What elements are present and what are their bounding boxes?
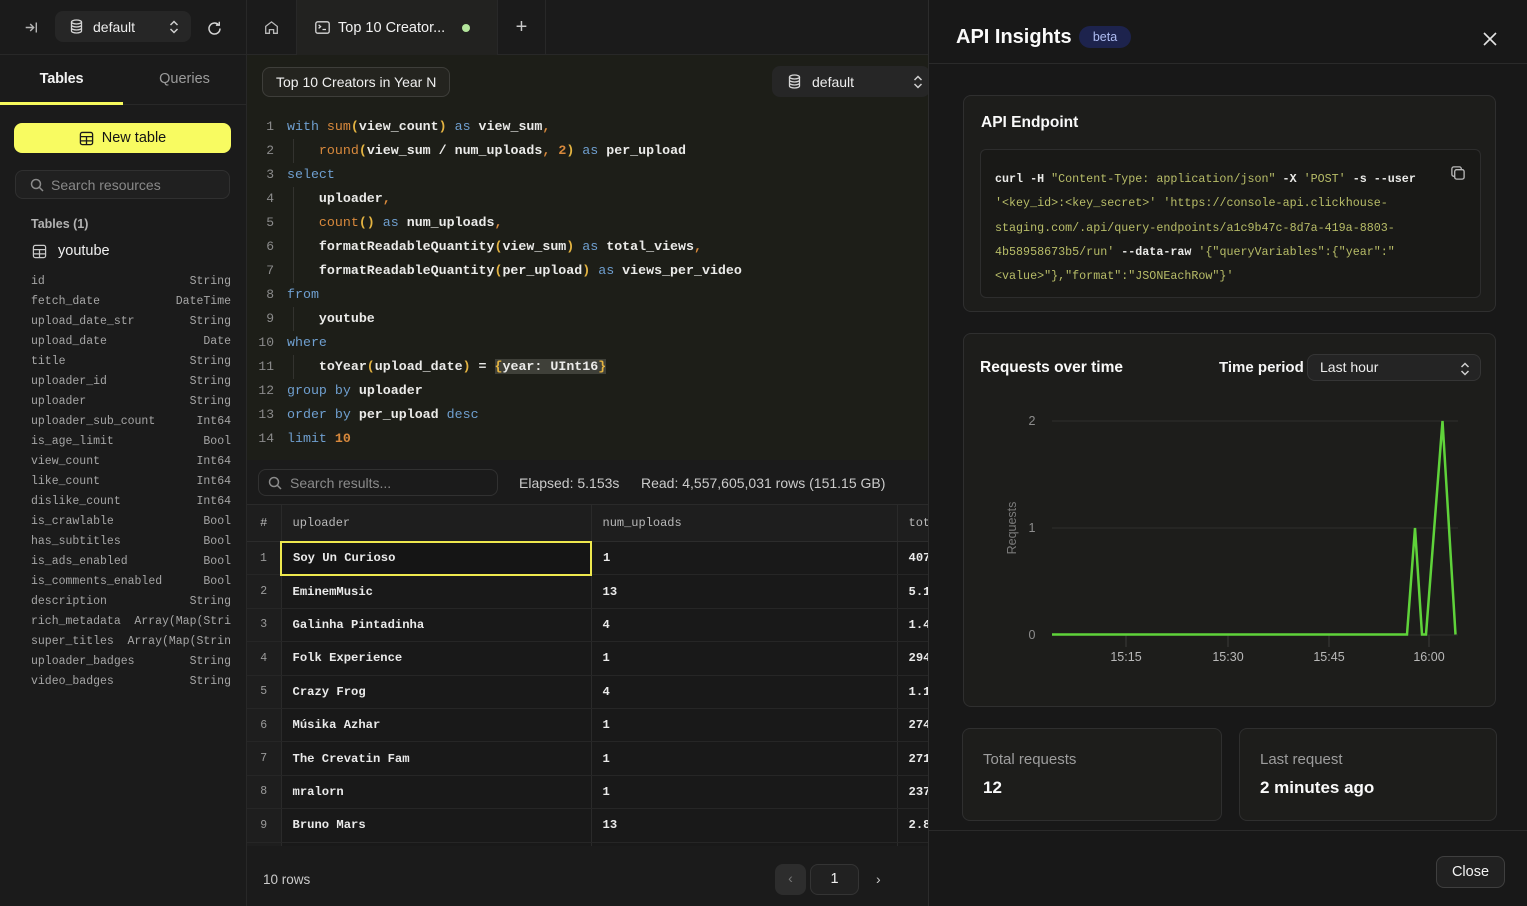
svg-text:2: 2 — [1029, 414, 1036, 428]
svg-text:15:30: 15:30 — [1212, 650, 1243, 664]
svg-text:15:15: 15:15 — [1110, 650, 1141, 664]
svg-text:15:45: 15:45 — [1313, 650, 1344, 664]
svg-text:Requests: Requests — [1005, 502, 1019, 555]
svg-text:0: 0 — [1029, 628, 1036, 642]
svg-text:1: 1 — [1029, 521, 1036, 535]
svg-text:16:00: 16:00 — [1413, 650, 1444, 664]
